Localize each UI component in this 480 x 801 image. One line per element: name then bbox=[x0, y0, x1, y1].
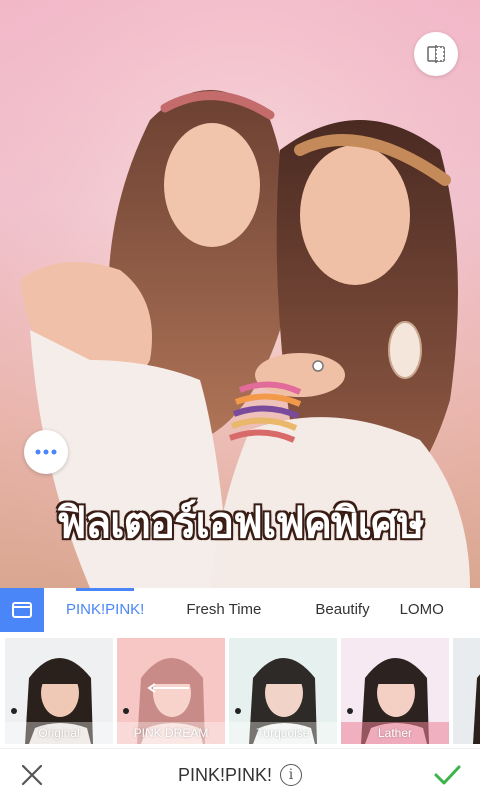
selected-filter-title: PINK!PINK! bbox=[177, 764, 273, 785]
tab-fresh-time[interactable]: Fresh Time bbox=[174, 588, 273, 632]
info-icon[interactable]: i bbox=[280, 764, 303, 786]
tab-beautify[interactable]: Beautify bbox=[303, 588, 381, 632]
filter-category-tabs: PINK!PINK! Fresh Time Beautify LOMO bbox=[0, 588, 480, 632]
filter-dot-indicator bbox=[123, 708, 129, 714]
filter-thumbnails: Original PINK DREAM Turquoise Lather bbox=[0, 632, 480, 748]
compare-button[interactable] bbox=[414, 32, 458, 76]
bottom-action-bar: PINK!PINK! i bbox=[0, 748, 480, 801]
filter-label: Lather bbox=[341, 722, 449, 744]
thumb-portrait-image bbox=[473, 674, 480, 744]
filter-dot-indicator bbox=[235, 708, 241, 714]
tab-lomo[interactable]: LOMO bbox=[388, 588, 456, 632]
filter-thumb-partial[interactable] bbox=[453, 638, 480, 744]
filter-dot-indicator bbox=[347, 708, 353, 714]
confirm-button[interactable] bbox=[432, 761, 462, 789]
filter-dot-indicator bbox=[11, 708, 17, 714]
photo-canvas: ฟิลเตอร์เอฟเฟคพิเศษ bbox=[0, 0, 480, 588]
filter-thumb-lather[interactable]: Lather bbox=[341, 638, 449, 744]
filter-category-icon bbox=[12, 602, 32, 618]
filter-title-group: PINK!PINK! i bbox=[0, 749, 480, 801]
filter-thumb-turquoise[interactable]: Turquoise bbox=[229, 638, 337, 744]
check-icon bbox=[434, 765, 461, 785]
filter-label: Original bbox=[5, 722, 113, 744]
compare-icon bbox=[427, 45, 445, 63]
filter-label: Turquoise bbox=[229, 722, 337, 744]
promo-caption: ฟิลเตอร์เอฟเฟคพิเศษ bbox=[56, 497, 426, 548]
more-dots-icon bbox=[35, 449, 57, 455]
filter-label: PINK DREAM bbox=[117, 722, 225, 744]
filter-thumb-original[interactable]: Original bbox=[5, 638, 113, 744]
tab-pink-pink[interactable]: PINK!PINK! bbox=[54, 588, 156, 632]
more-options-button[interactable] bbox=[24, 430, 68, 474]
filter-thumb-pink-dream[interactable]: PINK DREAM bbox=[117, 638, 225, 744]
filter-category-button[interactable] bbox=[0, 588, 44, 632]
